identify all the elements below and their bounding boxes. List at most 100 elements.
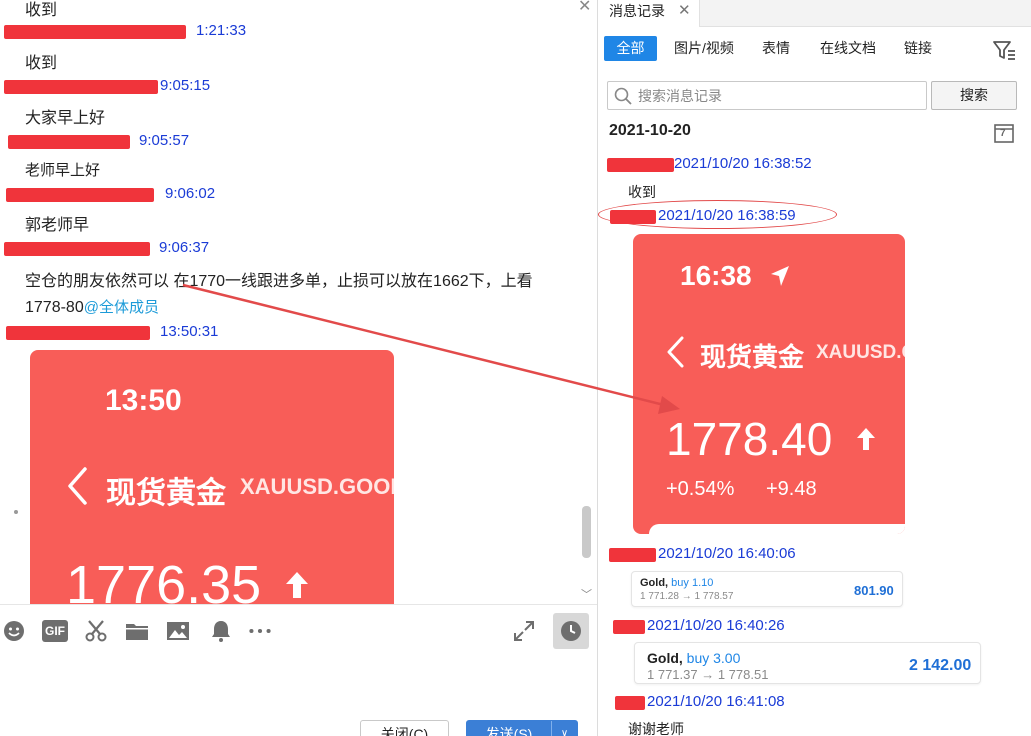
trade-prices: 1 771.28 → 1 778.57 <box>640 591 734 602</box>
message-text-cont: 1778-80 <box>25 299 84 316</box>
date-heading: 2021-10-20 <box>609 122 691 139</box>
arrow-up-icon <box>286 572 308 598</box>
message-meta: 9:06:02 <box>0 185 240 205</box>
redacted-sender <box>6 326 150 340</box>
message-time: 1:21:33 <box>196 22 247 39</box>
status-dot <box>14 510 18 514</box>
quote-code: XAUUSD.GOOD <box>240 474 394 499</box>
folder-icon[interactable] <box>125 619 149 643</box>
trade-card[interactable]: Gold, buy 3.00 1 771.37 → 1 778.51 2 142… <box>634 642 981 684</box>
chevron-down-icon[interactable]: ∨ <box>551 721 577 736</box>
gold-quote-image[interactable]: 13:50 现货黄金 XAUUSD.GOOD 1776.35 <box>30 350 394 612</box>
quote-title: 现货黄金 <box>106 477 226 510</box>
scroll-down-icon[interactable]: ﹀ <box>581 586 592 602</box>
chevron-left-icon <box>68 467 87 505</box>
scissors-icon[interactable] <box>84 619 108 643</box>
message-meta: 13:50:31 <box>0 323 240 343</box>
card-bottom-edge <box>649 524 905 534</box>
gold-quote-image[interactable]: 16:38 现货黄金 XAUUSD.G 1778.40 +0.54% +9.48 <box>633 234 905 534</box>
history-pane: 消息记录 ✕ 全部 图片/视频 表情 在线文档 链接 搜索 2021-10-20 <box>598 0 1031 736</box>
quote-code: XAUUSD.G <box>816 342 905 363</box>
redacted-sender <box>609 548 656 562</box>
trade-symbol-text: Gold, <box>647 650 683 666</box>
quote-time: 13:50 <box>105 384 182 417</box>
trade-symbol-text: Gold, <box>640 577 669 589</box>
trade-symbol: Gold, buy 1.10 <box>640 577 713 589</box>
trade-symbol: Gold, buy 3.00 <box>647 650 740 666</box>
redacted-sender <box>8 135 130 149</box>
message-meta: 9:05:15 <box>0 77 230 97</box>
quote-change-abs: +9.48 <box>766 478 817 500</box>
send-button[interactable]: 发送(S) ∨ <box>466 720 578 736</box>
history-timestamp: 2021/10/20 16:40:06 <box>658 545 796 562</box>
history-meta: 2021/10/20 16:38:59 <box>598 207 838 227</box>
location-arrow-icon <box>771 266 789 286</box>
redacted-sender <box>610 210 656 224</box>
close-icon[interactable]: ✕ <box>578 0 596 15</box>
expand-icon[interactable] <box>512 619 536 643</box>
message-meta: 9:05:57 <box>0 132 230 152</box>
smiley-icon[interactable] <box>2 619 26 643</box>
history-meta: 2021/10/20 16:41:08 <box>598 693 838 713</box>
message-text: 郭老师早 <box>25 217 90 234</box>
redacted-sender <box>4 242 150 256</box>
filter-tab-docs[interactable]: 在线文档 <box>816 36 880 61</box>
quote-price: 1778.40 <box>666 413 833 465</box>
calendar-day: 7 <box>1000 128 1006 139</box>
close-chat-button[interactable]: 关闭(C) <box>360 720 449 736</box>
message-text: 1778-80@全体成员 <box>25 296 159 317</box>
filter-tab-media[interactable]: 图片/视频 <box>668 36 740 61</box>
filter-tab-links[interactable]: 链接 <box>900 36 936 61</box>
calendar-icon[interactable]: 7 <box>994 123 1014 143</box>
chat-pane: 收到 ✕ 1:21:33 收到 9:05:15 大家早上好 9:05:57 老师… <box>0 0 597 736</box>
send-label: 发送(S) <box>485 726 533 736</box>
tab-strip: 消息记录 ✕ <box>598 0 1031 27</box>
search-icon <box>614 87 632 105</box>
close-icon[interactable]: ✕ <box>678 0 691 22</box>
trade-profit: 2 142.00 <box>909 657 972 674</box>
gif-icon[interactable]: GIF <box>42 620 68 642</box>
message-text: 收到 <box>25 55 58 72</box>
history-timestamp: 2021/10/20 16:38:52 <box>674 155 812 172</box>
search-box[interactable] <box>607 81 927 110</box>
trade-profit: 801.90 <box>854 583 894 598</box>
message-text: 收到 <box>25 2 58 19</box>
image-icon[interactable] <box>166 619 190 643</box>
message-input-area[interactable]: 关闭(C) 发送(S) ∨ <box>0 656 597 736</box>
search-button[interactable]: 搜索 <box>931 81 1017 110</box>
clock-icon <box>561 621 581 641</box>
tab-label: 消息记录 <box>609 3 665 19</box>
scrollbar-thumb[interactable] <box>582 506 591 558</box>
history-meta: 2021/10/20 16:40:26 <box>598 617 838 637</box>
more-icon[interactable] <box>248 619 272 643</box>
history-meta: 2021/10/20 16:38:52 <box>598 155 838 175</box>
message-meta: 1:21:33 <box>0 22 260 42</box>
message-meta: 9:06:37 <box>0 239 240 259</box>
message-text: 大家早上好 <box>25 110 106 127</box>
message-text: 老师早上好 <box>25 162 101 179</box>
app-window: 收到 ✕ 1:21:33 收到 9:05:15 大家早上好 9:05:57 老师… <box>0 0 1031 736</box>
redacted-sender <box>615 696 645 710</box>
tab-message-history[interactable]: 消息记录 ✕ <box>598 0 700 27</box>
filter-icon[interactable] <box>992 38 1016 62</box>
trade-side: buy 1.10 <box>671 577 714 589</box>
mention-all[interactable]: @全体成员 <box>84 299 159 316</box>
message-text: 空仓的朋友依然可以 在1770一线跟进多单，止损可以放在1662下，上看 <box>25 273 533 290</box>
quote-title: 现货黄金 <box>700 342 805 372</box>
history-text: 谢谢老师 <box>628 721 684 736</box>
trade-card[interactable]: Gold, buy 1.10 1 771.28 → 1 778.57 801.9… <box>631 571 903 607</box>
message-toolbar: GIF <box>0 604 597 656</box>
filter-tab-stickers[interactable]: 表情 <box>758 36 794 61</box>
trade-prices: 1 771.37 → 1 778.51 <box>647 667 769 682</box>
chevron-left-icon <box>667 336 684 368</box>
history-timestamp: 2021/10/20 16:41:08 <box>647 693 785 710</box>
redacted-sender <box>4 25 186 39</box>
history-timestamp: 2021/10/20 16:40:26 <box>647 617 785 634</box>
history-toggle-button[interactable] <box>553 613 589 649</box>
filter-tab-all[interactable]: 全部 <box>604 36 657 61</box>
message-time: 9:05:57 <box>139 132 190 149</box>
history-timestamp: 2021/10/20 16:38:59 <box>658 207 796 224</box>
history-meta: 2021/10/20 16:40:06 <box>598 545 838 565</box>
bell-icon[interactable] <box>209 619 233 643</box>
search-input[interactable] <box>638 86 918 106</box>
